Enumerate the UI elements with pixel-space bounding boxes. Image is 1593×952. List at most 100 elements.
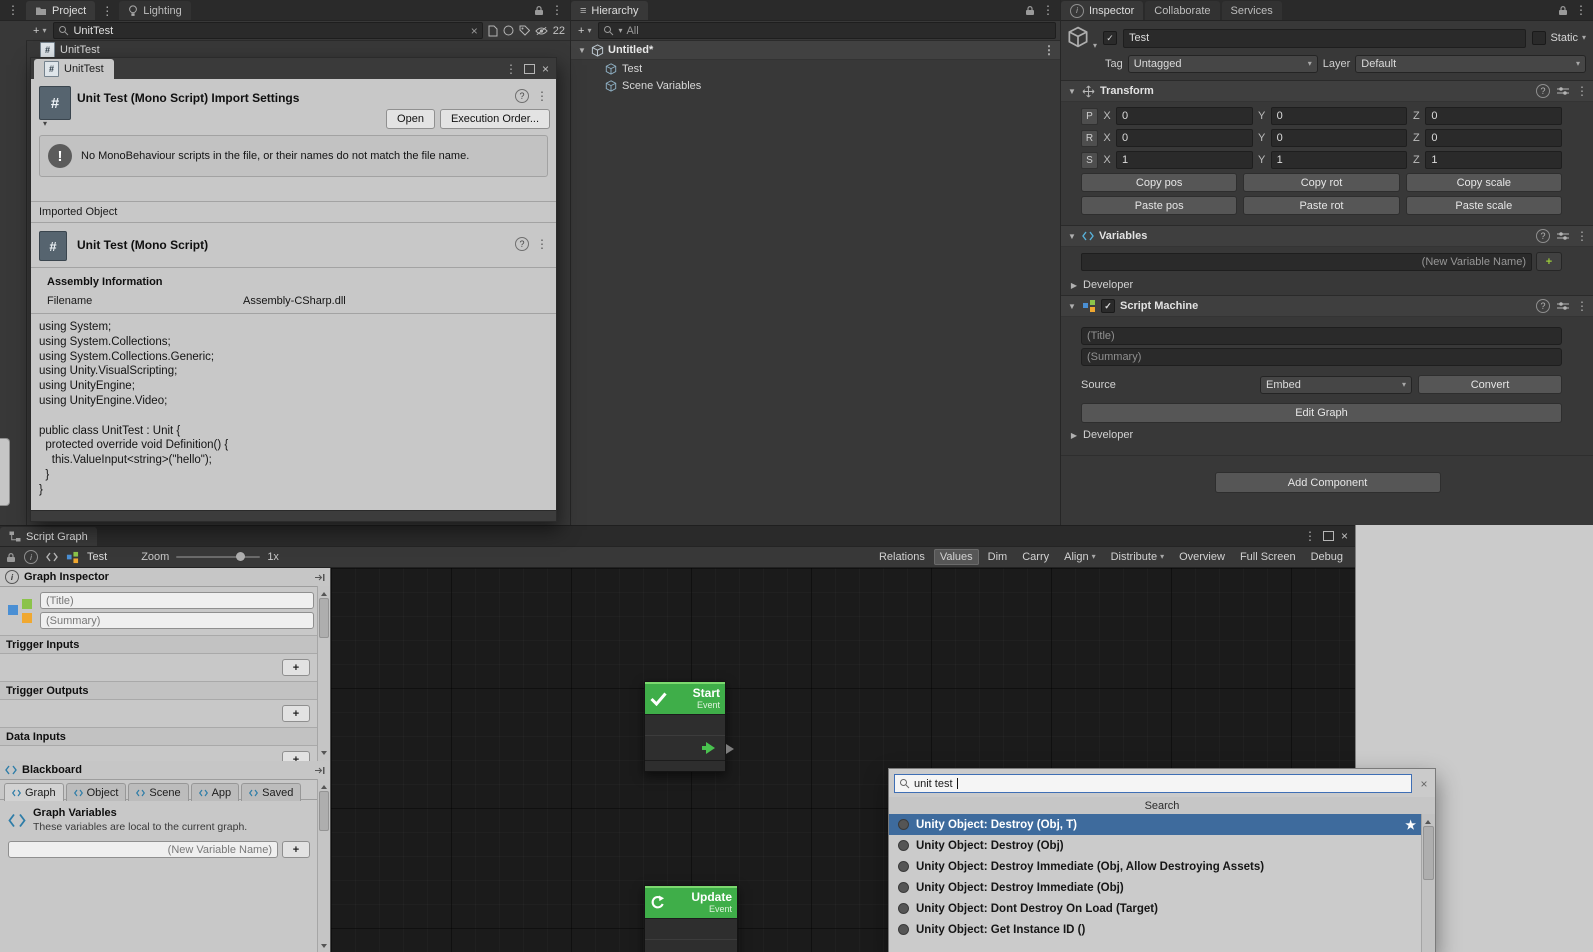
graph-breadcrumb[interactable]: Test bbox=[87, 551, 107, 563]
presets-icon[interactable] bbox=[1557, 301, 1569, 311]
graph-summary-input[interactable]: (Summary) bbox=[1081, 348, 1562, 366]
search-filter-chevron-icon[interactable]: ▾ bbox=[618, 27, 622, 35]
presets-icon[interactable] bbox=[1557, 231, 1569, 241]
tab-graph-variables[interactable]: Graph bbox=[4, 783, 64, 801]
convert-button[interactable]: Convert bbox=[1418, 375, 1562, 394]
blackboard-toggle-icon[interactable] bbox=[46, 552, 58, 562]
lock-icon[interactable] bbox=[1558, 5, 1568, 16]
search-by-label-icon[interactable] bbox=[519, 25, 530, 36]
copy-pos-button[interactable]: Copy pos bbox=[1081, 173, 1237, 192]
scale-z-field[interactable]: 1 bbox=[1425, 151, 1562, 169]
script-asset-icon[interactable]: # bbox=[39, 86, 71, 120]
enabled-checkbox[interactable]: ✓ bbox=[1101, 299, 1115, 313]
scrollbar[interactable] bbox=[317, 586, 330, 761]
project-tab-menu-icon[interactable]: ⋮ bbox=[101, 5, 113, 17]
scroll-up-icon[interactable] bbox=[1425, 817, 1431, 824]
help-icon[interactable]: ? bbox=[515, 89, 529, 103]
close-icon[interactable]: × bbox=[1341, 530, 1348, 542]
foldout-open-icon[interactable]: ▼ bbox=[1067, 232, 1077, 241]
foldout-open-icon[interactable]: ▼ bbox=[1067, 87, 1077, 96]
chevron-down-icon[interactable]: ▾ bbox=[43, 120, 47, 128]
result-row[interactable]: Unity Object: Destroy (Obj, T) ★ bbox=[889, 814, 1422, 835]
active-checkbox[interactable]: ✓ bbox=[1103, 31, 1117, 45]
rotation-z-field[interactable]: 0 bbox=[1425, 129, 1562, 147]
add-variable-button[interactable]: + bbox=[282, 841, 310, 858]
maximize-icon[interactable] bbox=[524, 64, 535, 74]
align-dropdown[interactable]: Align▾ bbox=[1058, 549, 1101, 565]
update-event-node[interactable]: Update Event bbox=[644, 885, 738, 952]
preset-sphere-icon[interactable] bbox=[503, 25, 514, 36]
kebab-icon[interactable]: ⋮ bbox=[536, 238, 548, 250]
source-dropdown[interactable]: Embed ▾ bbox=[1260, 376, 1412, 394]
graph-summary-input[interactable]: (Summary) bbox=[40, 612, 314, 629]
object-name-field[interactable]: Test bbox=[1123, 29, 1526, 48]
kebab-icon[interactable]: ⋮ bbox=[551, 4, 563, 16]
hierarchy-item-scene-variables[interactable]: Scene Variables bbox=[571, 77, 1061, 94]
tab-lighting[interactable]: Lighting bbox=[119, 1, 191, 20]
new-variable-name-input[interactable]: (New Variable Name) bbox=[1081, 253, 1532, 271]
scroll-up-icon[interactable] bbox=[321, 782, 327, 789]
kebab-icon[interactable]: ⋮ bbox=[1304, 530, 1316, 542]
hierarchy-item-test[interactable]: Test bbox=[571, 60, 1061, 77]
scroll-down-icon[interactable] bbox=[321, 751, 327, 758]
position-y-field[interactable]: 0 bbox=[1271, 107, 1408, 125]
tab-app-variables[interactable]: App bbox=[191, 783, 240, 801]
full-screen-button[interactable]: Full Screen bbox=[1234, 549, 1302, 565]
static-flags-chevron-icon[interactable]: ▾ bbox=[1582, 34, 1586, 42]
create-asset-button[interactable]: + ▾ bbox=[31, 25, 48, 37]
position-x-field[interactable]: 0 bbox=[1116, 107, 1253, 125]
kebab-icon[interactable]: ⋮ bbox=[536, 90, 548, 102]
static-toggle[interactable]: Static ▾ bbox=[1532, 31, 1586, 45]
collapsed-panel-tab[interactable] bbox=[0, 438, 10, 506]
debug-button[interactable]: Debug bbox=[1305, 549, 1349, 565]
add-component-button[interactable]: Add Component bbox=[1215, 472, 1441, 493]
maximize-icon[interactable] bbox=[1323, 531, 1334, 541]
tab-unittest[interactable]: # UnitTest bbox=[34, 59, 114, 79]
zoom-slider-thumb[interactable] bbox=[236, 552, 245, 561]
developer-foldout[interactable]: ▶ Developer bbox=[1061, 273, 1593, 295]
scene-menu-icon[interactable]: ⋮ bbox=[1043, 44, 1055, 56]
result-row[interactable]: Unity Object: Destroy Immediate (Obj) bbox=[889, 877, 1422, 898]
result-row[interactable]: Unity Object: Destroy Immediate (Obj, Al… bbox=[889, 856, 1422, 877]
tab-inspector[interactable]: i Inspector bbox=[1061, 1, 1143, 20]
relations-toggle[interactable]: Relations bbox=[873, 549, 931, 565]
layer-dropdown[interactable]: Default ▾ bbox=[1355, 55, 1586, 73]
add-variable-button[interactable]: + bbox=[1536, 252, 1562, 271]
help-icon[interactable]: ? bbox=[1536, 299, 1550, 313]
lock-icon[interactable] bbox=[534, 5, 544, 16]
kebab-icon[interactable]: ⋮ bbox=[1042, 4, 1054, 16]
scroll-thumb[interactable] bbox=[319, 791, 329, 831]
kebab-icon[interactable]: ⋮ bbox=[1575, 4, 1587, 16]
position-z-field[interactable]: 0 bbox=[1425, 107, 1562, 125]
dim-toggle[interactable]: Dim bbox=[982, 549, 1014, 565]
copy-scale-button[interactable]: Copy scale bbox=[1406, 173, 1562, 192]
scroll-down-icon[interactable] bbox=[321, 944, 327, 951]
distribute-dropdown[interactable]: Distribute▾ bbox=[1105, 549, 1170, 565]
tab-collaborate[interactable]: Collaborate bbox=[1145, 1, 1219, 20]
result-row[interactable]: Unity Object: Dont Destroy On Load (Targ… bbox=[889, 898, 1422, 919]
dock-panel-icon[interactable] bbox=[315, 766, 325, 775]
start-event-node[interactable]: Start Event bbox=[644, 681, 726, 772]
dock-menu-button[interactable]: ⋮ bbox=[0, 0, 26, 21]
tag-dropdown[interactable]: Untagged ▾ bbox=[1128, 55, 1318, 73]
paste-scale-button[interactable]: Paste scale bbox=[1406, 196, 1562, 215]
tab-saved-variables[interactable]: Saved bbox=[241, 783, 301, 801]
tab-script-graph[interactable]: Script Graph bbox=[0, 527, 97, 546]
close-icon[interactable]: × bbox=[1418, 777, 1430, 791]
new-variable-name-input[interactable]: (New Variable Name) bbox=[8, 841, 278, 858]
script-machine-header[interactable]: ▼ ✓ Script Machine ? ⋮ bbox=[1061, 295, 1593, 317]
add-trigger-output-button[interactable]: + bbox=[282, 705, 310, 722]
rotation-x-field[interactable]: 0 bbox=[1116, 129, 1253, 147]
variables-header[interactable]: ▼ Variables ? ⋮ bbox=[1061, 225, 1593, 247]
add-trigger-input-button[interactable]: + bbox=[282, 659, 310, 676]
tab-project[interactable]: Project bbox=[26, 1, 95, 20]
dock-panel-icon[interactable] bbox=[315, 573, 325, 582]
port-connector-nub[interactable] bbox=[726, 744, 739, 754]
kebab-icon[interactable]: ⋮ bbox=[505, 63, 517, 75]
help-icon[interactable]: ? bbox=[1536, 229, 1550, 243]
scene-header-row[interactable]: ▼ Untitled* ⋮ bbox=[571, 41, 1061, 60]
transform-header[interactable]: ▼ Transform ? ⋮ bbox=[1061, 80, 1593, 102]
lock-icon[interactable] bbox=[6, 552, 16, 563]
foldout-open-icon[interactable]: ▼ bbox=[577, 46, 587, 55]
tab-hierarchy[interactable]: ≡ Hierarchy bbox=[571, 1, 648, 20]
